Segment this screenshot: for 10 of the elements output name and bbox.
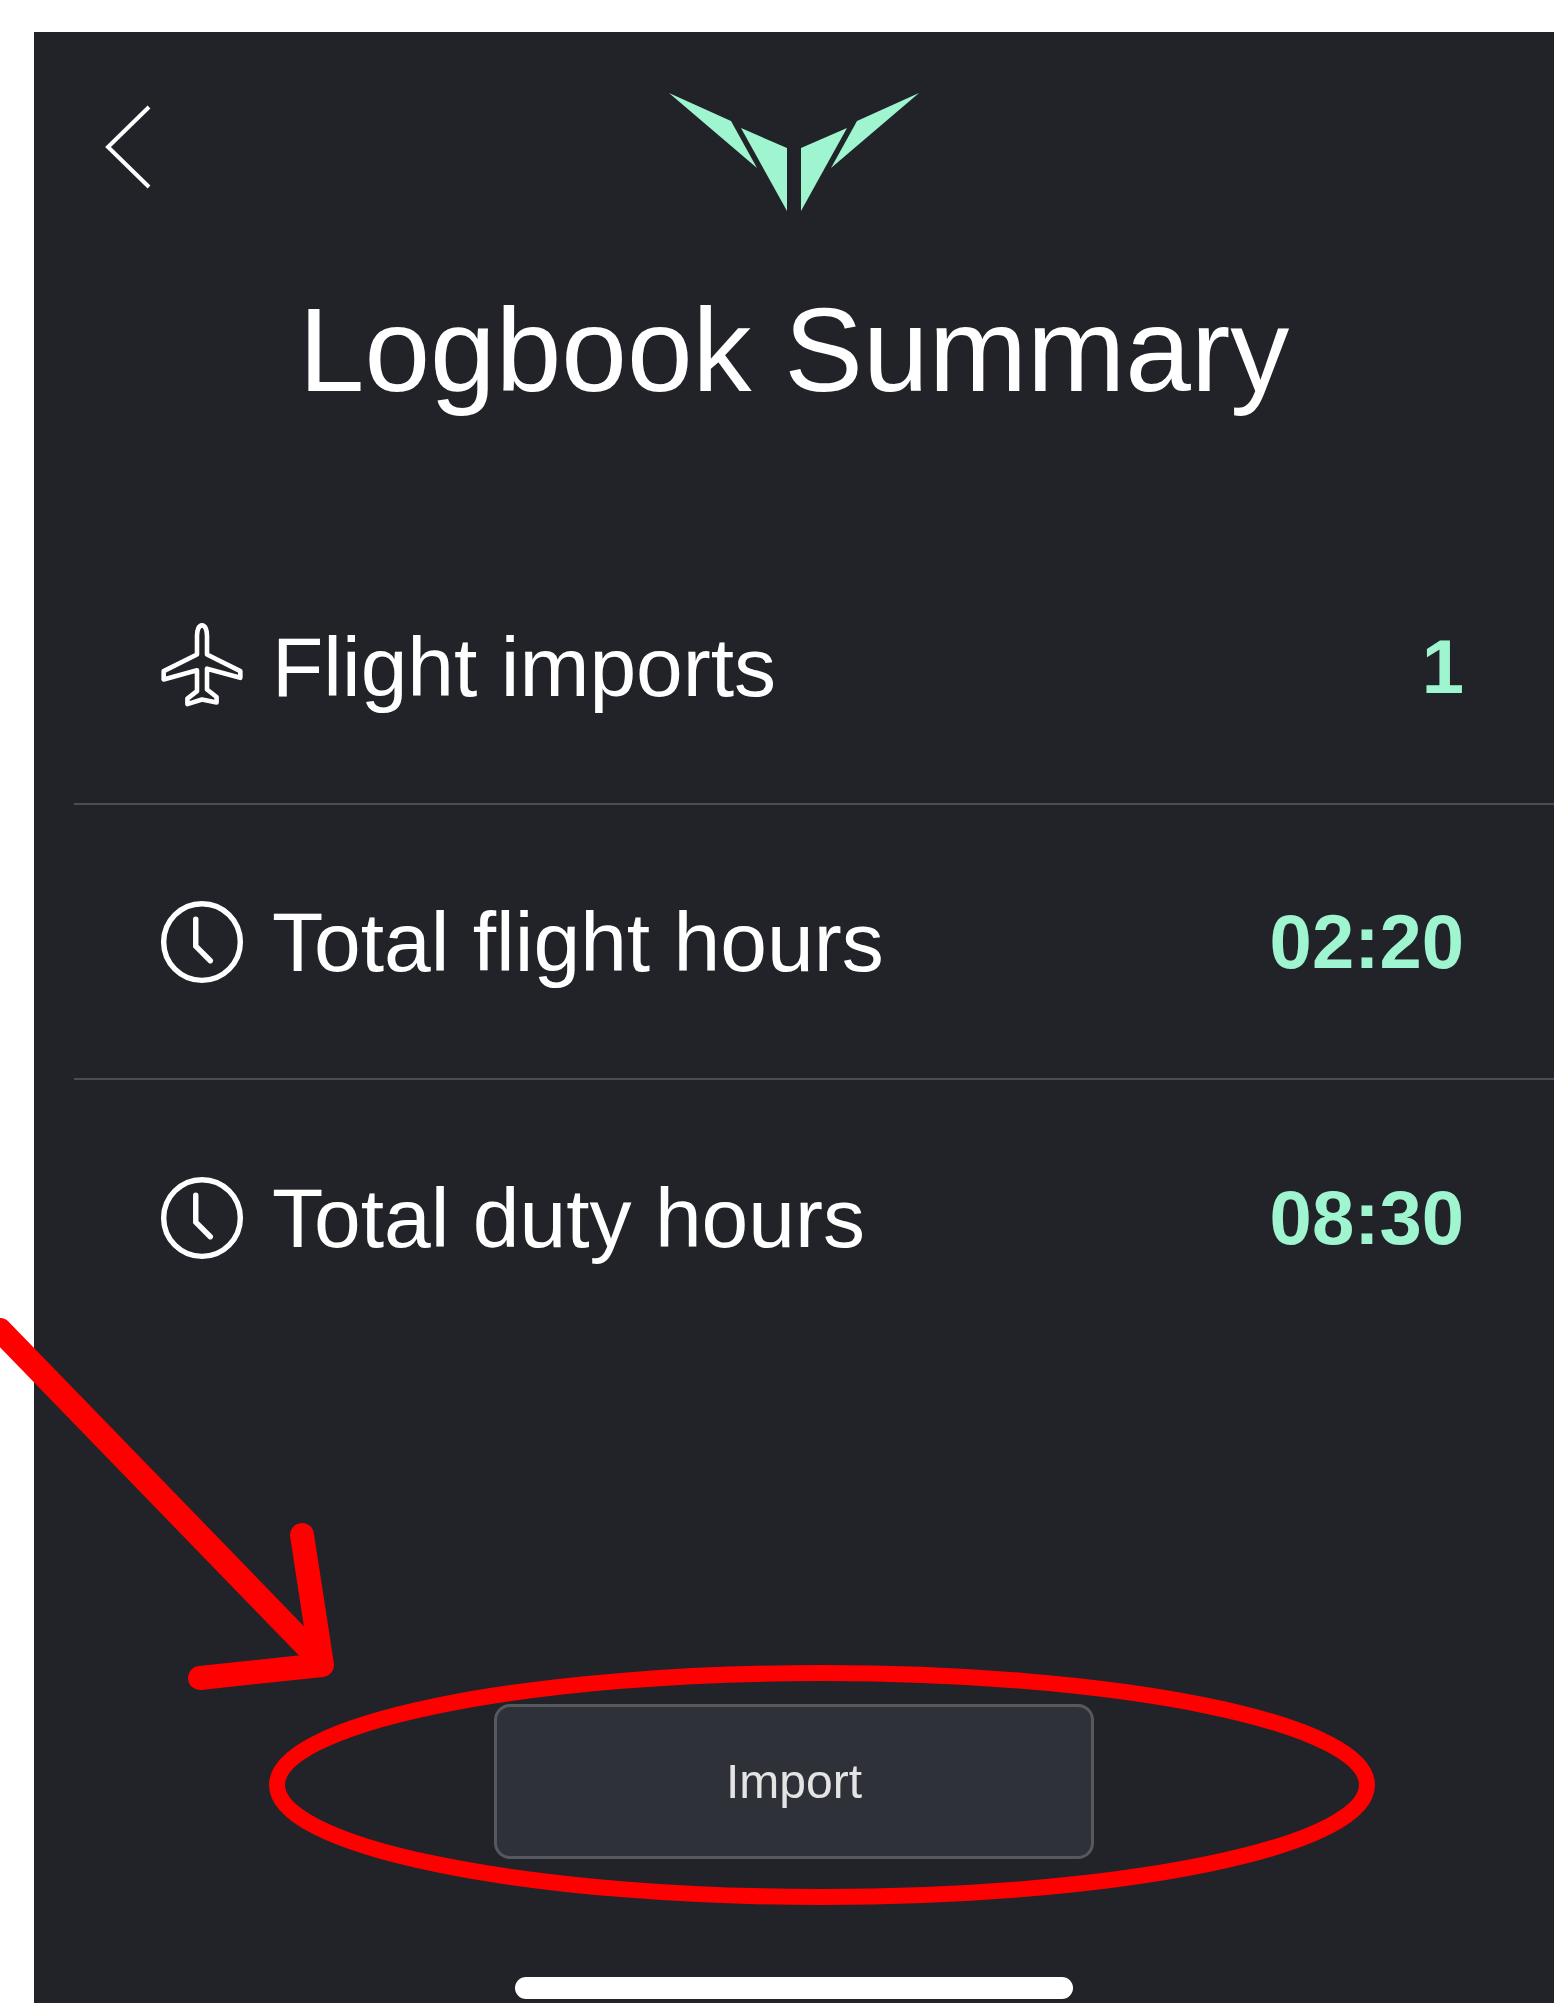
page-title: Logbook Summary	[297, 283, 1291, 418]
import-button[interactable]: Import	[494, 1704, 1094, 1859]
logo-icon	[669, 93, 919, 211]
stat-value: 08:30	[1269, 1173, 1464, 1262]
stat-value: 1	[1421, 622, 1464, 711]
stat-value: 02:20	[1269, 897, 1464, 986]
stat-label: Flight imports	[272, 618, 777, 716]
stat-label: Total duty hours	[272, 1169, 865, 1267]
chevron-left-icon	[105, 105, 151, 189]
stat-label: Total flight hours	[272, 893, 884, 991]
